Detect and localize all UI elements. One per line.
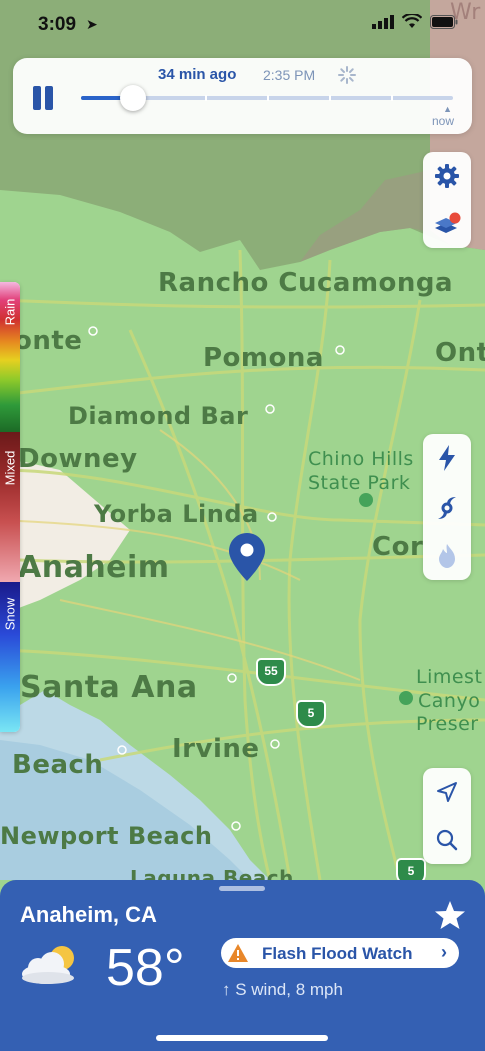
map-label-limestone-canyon: Canyo [418,690,481,712]
loading-spinner-icon [338,66,356,84]
timeline-tick [391,95,393,101]
search-icon [436,829,458,851]
partly-cloudy-icon [22,946,74,984]
overlay-toggle-group [423,434,471,580]
map-label-irvine: Irvine [172,734,260,764]
wildfire-button[interactable] [423,532,471,580]
map-label-ontario-left: onte [14,326,83,356]
legend-mixed-label: Mixed [2,450,18,486]
favorite-star-icon[interactable] [434,900,466,930]
cellular-signal-icon [372,14,394,29]
wind-info: ↑ S wind, 8 mph [222,980,343,999]
map-label-beach: Beach [12,750,104,780]
map-label-diamond-bar: Diamond Bar [68,402,249,430]
temperature: 58° [106,939,185,997]
pause-button[interactable] [33,86,55,110]
timeline-tick [329,95,331,101]
status-icons [372,14,458,29]
map-label-rancho-cucamonga: Rancho Cucamonga [158,268,454,298]
hurricane-icon [438,497,456,519]
layers-icon [435,212,461,233]
search-button[interactable] [423,816,471,864]
location-search-group [423,768,471,864]
status-bar: 3:09 ➤ [0,0,485,48]
map-label-pomona: Pomona [203,343,324,373]
map-label-chino-hills: Chino Hills [308,448,414,470]
lightning-button[interactable] [423,434,471,482]
timeline-tick [205,95,207,101]
highway-shield-55: 55 [256,658,286,686]
time-ago-label: 34 min ago [158,66,237,83]
pause-icon-bar [45,86,53,110]
battery-icon [430,14,458,29]
layers-button[interactable] [423,200,471,248]
map-label-corona: Cor [372,532,424,562]
location-arrow-icon: ➤ [86,16,98,32]
timeline-tick [267,95,269,101]
chevron-right-icon: › [441,942,447,962]
current-weather-panel[interactable]: Anaheim, CA 58° Flash Flood Watch › ↑ S … [0,880,485,1051]
location-pin-icon[interactable] [228,532,266,582]
city-name: Anaheim, CA [20,902,157,927]
legend-snow-label: Snow [2,597,18,631]
settings-button[interactable] [423,152,471,200]
current-location-button[interactable] [423,768,471,816]
pause-icon [33,86,41,110]
map-label-ontario-right: Ont [435,338,485,368]
weather-alert-button[interactable]: Flash Flood Watch › [221,938,459,968]
sheet-grabber[interactable] [219,886,265,891]
now-label: now [431,114,454,128]
wifi-icon [402,14,422,28]
timeline-slider-thumb[interactable] [120,85,147,111]
frame-clock-time: 2:35 PM [263,67,316,83]
map-label-chino-state-park: State Park [308,472,411,494]
radar-timeline-card: 34 min ago 2:35 PM ▲ now [13,58,472,134]
map-label-downey: Downey [18,444,138,474]
precipitation-legend: Rain Mixed Snow [0,282,20,732]
hurricane-button[interactable] [423,484,471,532]
map-settings-group [423,152,471,248]
navigation-arrow-icon [437,782,457,802]
fire-icon [439,544,455,568]
alert-label: Flash Flood Watch [262,944,413,963]
home-indicator[interactable] [156,1035,328,1041]
gear-icon [435,164,459,188]
map-label-limestone: Limest [416,666,483,688]
lightning-icon [439,445,455,471]
now-caret-icon: ▲ [443,104,452,114]
status-time: 3:09 [38,14,77,35]
legend-rain-label: Rain [2,298,18,326]
highway-shield-5: 5 [296,700,326,728]
map-label-limestone-preserve: Preser [416,713,479,735]
map-label-yorba-linda: Yorba Linda [94,500,259,528]
map-label-newport-beach: Newport Beach [0,822,213,850]
map-label-santa-ana: Santa Ana [20,670,198,705]
map-label-anaheim: Anaheim [18,550,170,585]
warning-icon [228,944,248,962]
